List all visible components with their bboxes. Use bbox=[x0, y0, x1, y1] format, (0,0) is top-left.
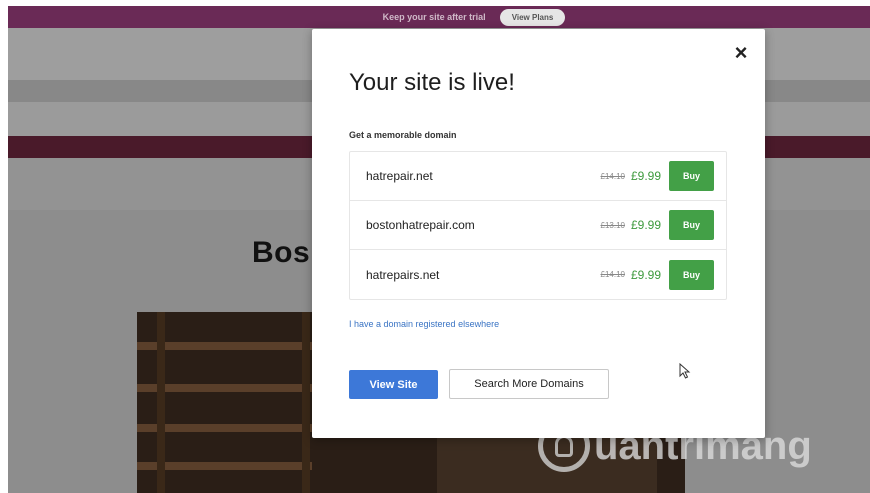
shelf-post bbox=[302, 312, 310, 493]
buy-button[interactable]: Buy bbox=[669, 161, 714, 191]
buy-button[interactable]: Buy bbox=[669, 210, 714, 240]
domain-row: bostonhatrepair.com £13.10 £9.99 Buy bbox=[350, 201, 726, 250]
site-heading: Bos bbox=[252, 236, 311, 269]
view-site-button[interactable]: View Site bbox=[349, 370, 438, 399]
price: £9.99 bbox=[630, 218, 661, 232]
old-price: £14.10 bbox=[600, 171, 625, 181]
domain-subtitle: Get a memorable domain bbox=[349, 130, 457, 140]
domain-name: bostonhatrepair.com bbox=[366, 218, 475, 232]
domain-name: hatrepairs.net bbox=[366, 267, 440, 282]
modal-title: Your site is live! bbox=[349, 69, 515, 96]
domain-name: hatrepair.net bbox=[366, 169, 433, 183]
price: £9.99 bbox=[630, 267, 661, 282]
domain-row: hatrepair.net £14.10 £9.99 Buy bbox=[350, 152, 726, 201]
view-plans-button[interactable]: View Plans bbox=[499, 8, 566, 26]
site-live-modal: × Your site is live! Get a memorable dom… bbox=[312, 29, 765, 438]
domain-row: hatrepairs.net £14.10 £9.99 Buy bbox=[350, 250, 726, 299]
domain-list: hatrepair.net £14.10 £9.99 Buy bostonhat… bbox=[349, 151, 727, 300]
shelf-post bbox=[157, 312, 165, 493]
close-icon[interactable]: × bbox=[731, 42, 751, 64]
trial-banner: Keep your site after trial View Plans bbox=[8, 6, 870, 28]
mouse-pointer-icon bbox=[679, 363, 691, 379]
old-price: £14.10 bbox=[600, 270, 625, 279]
trial-message: Keep your site after trial bbox=[382, 12, 486, 22]
old-price: £13.10 bbox=[600, 220, 625, 230]
price: £9.99 bbox=[630, 169, 661, 183]
buy-button[interactable]: Buy bbox=[669, 259, 714, 290]
domain-elsewhere-link[interactable]: I have a domain registered elsewhere bbox=[349, 319, 499, 329]
search-more-domains-button[interactable]: Search More Domains bbox=[449, 369, 609, 399]
